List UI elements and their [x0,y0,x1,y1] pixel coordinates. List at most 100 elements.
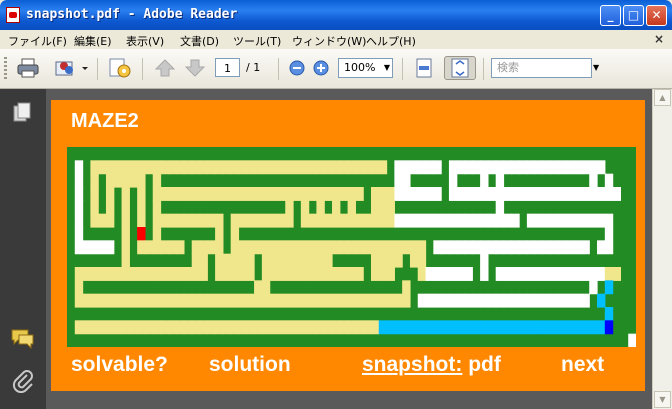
maze-cell-open [464,240,473,255]
maze-cell-explored [230,293,240,308]
maze-cell-explored [339,213,349,228]
maze-cell-explored [417,240,427,255]
maximize-button[interactable]: □ [623,5,644,26]
maze-cell-explored [90,187,99,201]
solution-link[interactable]: solution [209,353,291,377]
menu-help[interactable]: ヘルプ(H) [366,33,416,49]
maze-cell-explored [339,160,349,175]
maze-cell-explored [152,200,162,215]
search-input[interactable]: 検索 [491,58,592,78]
maze-cell-explored [129,293,138,308]
maze-cell-open [448,240,458,255]
maze-cell-explored [254,240,263,255]
maze-cell-explored [332,240,341,255]
maze-cell-open [402,173,411,188]
scroll-up-arrow-icon[interactable]: ▲ [654,89,671,106]
maze-cell-explored [137,267,146,281]
maze-cell-explored [176,293,185,308]
page-number-input[interactable]: 1 [215,58,240,77]
maze-cell-explored [246,267,255,281]
maze-cell-open [542,187,551,201]
maze-cell-explored [207,320,216,335]
menu-file[interactable]: ファイル(F) [8,33,67,49]
maze-cell-explored [386,240,395,255]
fit-page-button[interactable] [444,56,476,80]
maze-cell-open [526,267,536,281]
tools-button[interactable] [104,56,136,80]
maze-cell-open [503,267,512,281]
comments-icon[interactable] [10,327,36,353]
pdf-link[interactable]: pdf [468,353,501,376]
close-button[interactable]: ✕ [646,5,667,26]
maze-cell-explored [324,293,333,308]
maze-cell-explored [339,240,349,255]
maze-cell-explored [199,320,208,335]
maze-cell-path [402,320,411,335]
maze-cell-explored [277,187,286,201]
maze-cell-explored [293,267,302,281]
maze-cell-explored [191,160,201,175]
vertical-scrollbar[interactable]: ▲ ▼ [652,89,672,409]
fit-width-button[interactable] [410,56,438,80]
maze-cell-explored [98,213,107,228]
maze-cell-explored [409,253,419,268]
solvable-link[interactable]: solvable? [71,353,168,377]
maze-cell-open [433,293,442,308]
maze-cell-open [480,267,489,281]
maze-cell-explored [98,267,107,281]
maze-cell-explored [355,240,364,255]
snapshot-link[interactable]: snapshot: [362,353,462,376]
pages-icon[interactable] [12,102,34,128]
maze-cell-open [448,267,458,281]
maze-cell-explored [261,213,271,228]
maze-cell-explored [90,267,99,281]
maze-cell-explored [347,240,356,255]
email-button[interactable] [50,56,92,80]
maze-cell-open [565,213,575,228]
maze-cell-path [604,280,614,295]
menu-view[interactable]: 表示(V) [126,33,164,49]
zoom-out-button[interactable] [287,56,307,80]
menu-tools[interactable]: ツール(T) [233,33,281,49]
next-page-button[interactable] [182,56,208,80]
maze-cell-explored [300,187,310,201]
maze-cell-explored [90,213,99,228]
maze-cell-explored [261,160,271,175]
maze-cell-explored [612,267,622,281]
maze-cell-explored [121,200,130,215]
scroll-down-arrow-icon[interactable]: ▼ [654,391,671,408]
maze-cell-explored [293,187,302,201]
print-button[interactable] [14,56,44,80]
maze-cell-explored [176,213,185,228]
maze-cell-explored [105,173,115,188]
document-close-icon[interactable]: × [654,32,664,46]
zoom-in-button[interactable] [311,56,331,80]
maze-cell-explored [230,320,240,335]
maze-cell-explored [370,293,380,308]
maze-cell-explored [137,240,146,255]
maze-cell-open [534,213,544,228]
maze-cell-explored [386,187,395,201]
next-link[interactable]: next [561,353,604,377]
maze-cell-explored [386,200,395,215]
maze-cell-open [448,160,458,175]
attachments-paperclip-icon[interactable] [12,369,34,397]
title-bar[interactable]: snapshot.pdf - Adobe Reader _ □ ✕ [0,0,672,30]
search-options-chevron-icon[interactable]: ▼ [593,63,599,72]
maze-cell-explored [254,280,263,295]
maze-cell-explored [332,213,341,228]
minimize-button[interactable]: _ [600,5,621,26]
previous-page-button[interactable] [152,56,178,80]
toolbar-grip[interactable] [4,57,7,81]
maze-cell-open [589,187,598,201]
menu-document[interactable]: 文書(D) [180,33,219,49]
maze-cell-explored [261,187,271,201]
maze-cell-open [573,293,583,308]
menu-edit[interactable]: 編集(E) [74,33,112,49]
maze-cell-explored [417,267,427,281]
zoom-select[interactable]: 100% ▼ [338,58,393,78]
maze-cell-open [425,267,434,281]
maze-cell-open [589,173,598,188]
menu-window[interactable]: ウィンドウ(W) [292,33,366,49]
maze-cell-open [565,240,575,255]
